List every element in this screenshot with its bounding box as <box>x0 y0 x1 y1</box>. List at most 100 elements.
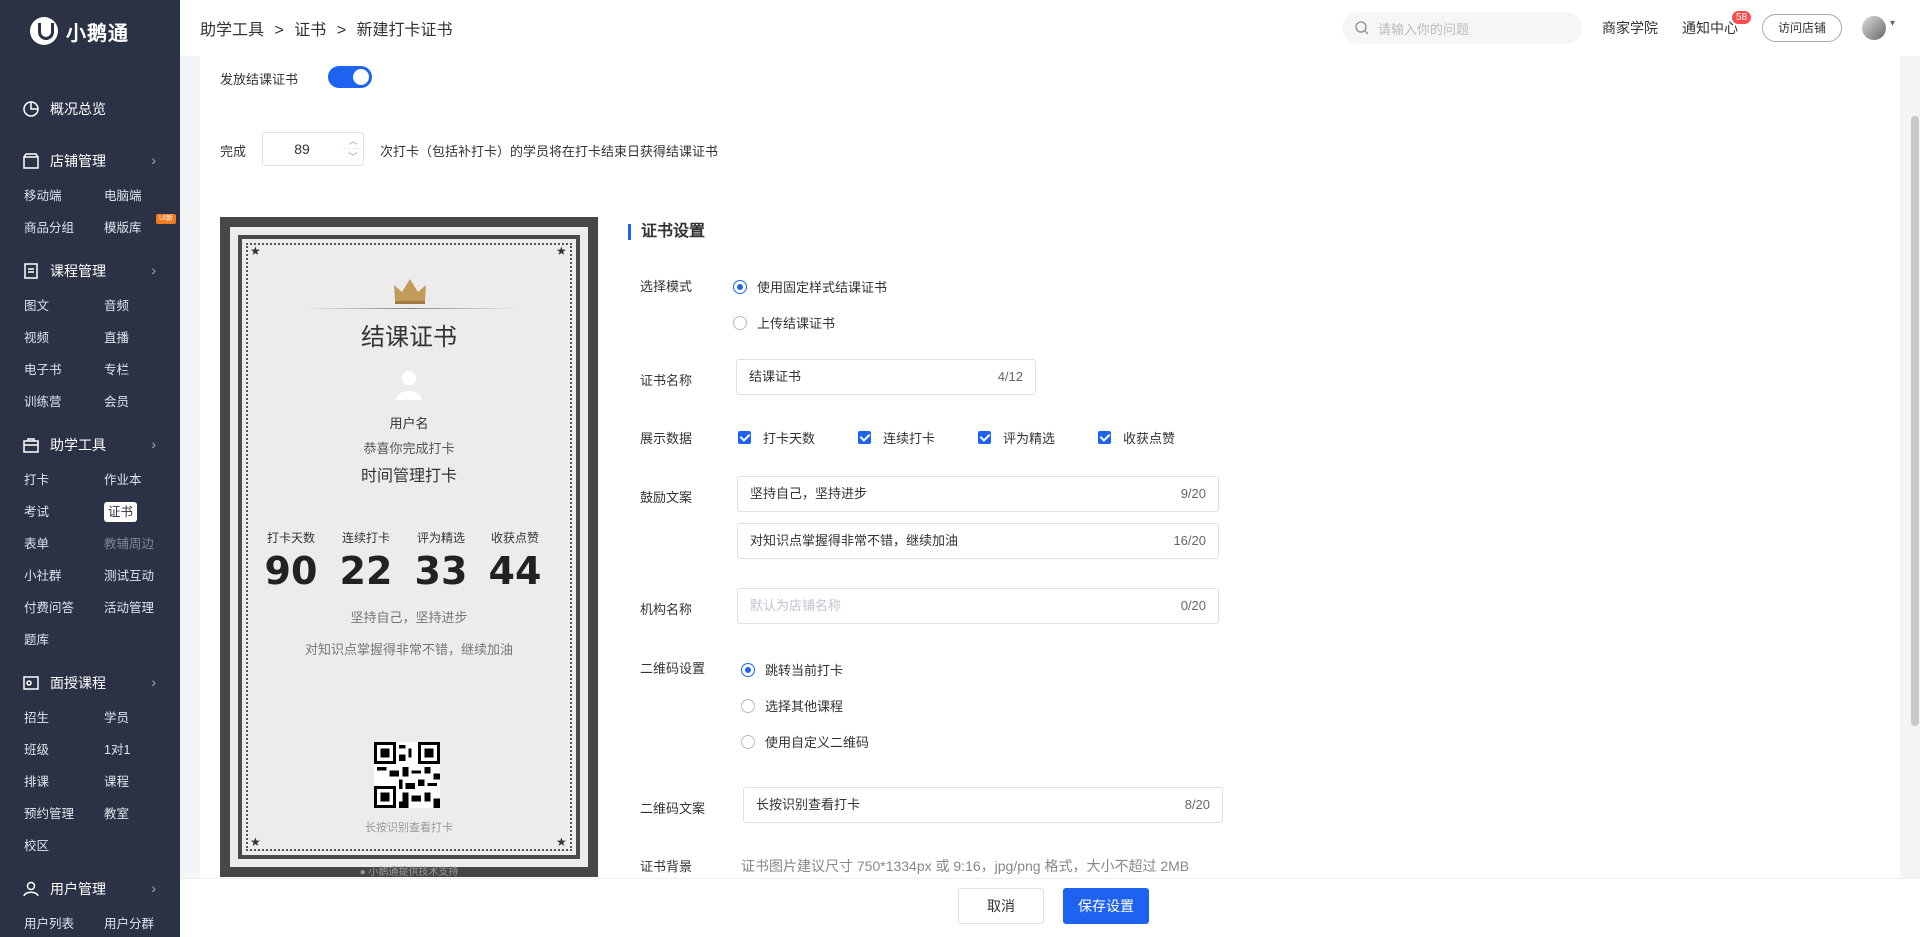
nav-activity[interactable]: 活动管理 <box>104 592 180 624</box>
checkbox-checked[interactable] <box>1098 431 1111 444</box>
nav-booking[interactable]: 预约管理 <box>24 798 104 830</box>
chevron-right-icon: › <box>151 674 156 690</box>
certificate-course: 时间管理打卡 <box>360 468 457 485</box>
nav-ebook[interactable]: 电子书 <box>24 354 104 386</box>
chevron-down-icon[interactable]: ▾ <box>1890 18 1895 29</box>
mode-fixed-radio[interactable]: 使用固定样式结课证书 <box>733 277 887 296</box>
checkin-count-stepper[interactable]: 89 ︿ ﹀ <box>262 132 364 166</box>
nav-column[interactable]: 专栏 <box>104 354 180 386</box>
nav-overview[interactable]: 概况总览 <box>0 90 180 128</box>
checkbox-featured[interactable]: 评为精选 <box>978 428 1055 447</box>
nav-quiz[interactable]: 测试互动 <box>104 560 180 592</box>
nav-course[interactable]: 课程管理 › <box>0 252 180 290</box>
title-divider <box>300 308 520 309</box>
nav-live[interactable]: 直播 <box>104 322 180 354</box>
encourage-input-2[interactable]: 对知识点掌握得非常不错，继续加油 16/20 <box>737 523 1219 559</box>
nav-user-segment[interactable]: 用户分群 <box>104 908 180 937</box>
checkbox-checked[interactable] <box>858 431 871 444</box>
char-count: 8/20 <box>1184 797 1210 812</box>
checkbox-checkin-days[interactable]: 打卡天数 <box>738 428 815 447</box>
sidebar: 小鹅通 概况总览 店铺管理 › 移动端 电脑端 商品分组 模版库 UI新 课程管理… <box>0 0 180 937</box>
radio-unchecked[interactable] <box>741 734 755 749</box>
chevron-up-icon[interactable]: ︿ <box>343 133 363 149</box>
nav-audio[interactable]: 音频 <box>104 290 180 322</box>
nav-video[interactable]: 视频 <box>24 322 104 354</box>
checkbox-label: 评为精选 <box>1003 431 1056 446</box>
chevron-right-icon: › <box>151 262 156 278</box>
nav-lessons[interactable]: 课程 <box>104 766 180 798</box>
radio-checked[interactable] <box>733 279 747 294</box>
qr-current-radio[interactable]: 跳转当前打卡 <box>741 660 843 679</box>
breadcrumb-tools[interactable]: 助学工具 <box>200 22 264 39</box>
scrollbar-thumb[interactable] <box>1911 116 1919 726</box>
nav-enroll[interactable]: 招生 <box>24 702 104 734</box>
nav-certificate[interactable]: 证书 <box>104 496 180 528</box>
search-icon <box>1355 21 1369 35</box>
checkin-count-value[interactable]: 89 <box>263 133 341 165</box>
certificate-footer: ● 小鹅通提供技术支持 <box>359 867 459 877</box>
qr-text-value: 长按识别查看打卡 <box>756 797 861 812</box>
nav-students[interactable]: 学员 <box>104 702 180 734</box>
scrollbar[interactable] <box>1910 56 1920 878</box>
mode-upload-radio[interactable]: 上传结课证书 <box>733 313 835 332</box>
certificate-name-input[interactable]: 结课证书 4/12 <box>736 359 1036 395</box>
radio-unchecked[interactable] <box>733 315 747 330</box>
checkbox-streak[interactable]: 连续打卡 <box>858 428 935 447</box>
radio-unchecked[interactable] <box>741 698 755 713</box>
qr-code <box>374 742 440 808</box>
nav-camp[interactable]: 训练营 <box>24 386 104 418</box>
nav-class[interactable]: 班级 <box>24 734 104 766</box>
nav-checkin[interactable]: 打卡 <box>24 464 104 496</box>
chevron-down-icon[interactable]: ﹀ <box>343 149 363 165</box>
nav-users[interactable]: 用户管理 › <box>0 870 180 908</box>
nav-community[interactable]: 小社群 <box>24 560 104 592</box>
logo[interactable]: 小鹅通 <box>0 0 180 62</box>
avatar[interactable] <box>1862 16 1886 40</box>
qr-text-input[interactable]: 长按识别查看打卡 8/20 <box>743 787 1223 823</box>
issue-certificate-toggle[interactable] <box>328 66 372 88</box>
checkbox-checked[interactable] <box>978 431 991 444</box>
nav-product-group[interactable]: 商品分组 <box>24 212 104 244</box>
nav-offline[interactable]: 面授课程 › <box>0 664 180 702</box>
checkbox-likes[interactable]: 收获点赞 <box>1098 428 1175 447</box>
nav-template[interactable]: 模版库 UI新 <box>104 212 180 244</box>
nav-tools[interactable]: 助学工具 › <box>0 426 180 464</box>
nav-classroom[interactable]: 教室 <box>104 798 180 830</box>
section-title: 证书设置 <box>628 224 705 240</box>
radio-checked[interactable] <box>741 662 755 677</box>
issue-certificate-label: 发放结课证书 <box>220 72 299 87</box>
encourage-value-1: 坚持自己，坚持进步 <box>750 486 868 501</box>
nav-form[interactable]: 表单 <box>24 528 104 560</box>
qr-custom-radio[interactable]: 使用自定义二维码 <box>741 732 869 751</box>
mode-upload-label: 上传结课证书 <box>757 316 836 331</box>
visit-shop-button[interactable]: 访问店铺 <box>1762 14 1842 42</box>
encourage-input-1[interactable]: 坚持自己，坚持进步 9/20 <box>737 476 1219 512</box>
nav-materials[interactable]: 教辅周边 <box>104 528 180 560</box>
academy-link[interactable]: 商家学院 <box>1602 18 1658 38</box>
search-input[interactable]: 请输入你的问题 <box>1342 12 1582 44</box>
notification-link[interactable]: 通知中心 <box>1682 18 1738 38</box>
nav-paid-qa[interactable]: 付费问答 <box>24 592 104 624</box>
cancel-button[interactable]: 取消 <box>958 888 1044 924</box>
nav-article[interactable]: 图文 <box>24 290 104 322</box>
org-name-input[interactable]: 默认为店铺名称 0/20 <box>737 588 1219 624</box>
certificate-congrats: 恭喜你完成打卡 <box>363 441 455 456</box>
nav-campus[interactable]: 校区 <box>24 830 104 862</box>
breadcrumb-certificate[interactable]: 证书 <box>294 22 326 39</box>
save-button[interactable]: 保存设置 <box>1063 888 1149 924</box>
star-icon: ★ <box>556 244 567 258</box>
nav-pc[interactable]: 电脑端 <box>104 180 180 212</box>
nav-homework[interactable]: 作业本 <box>104 464 180 496</box>
nav-mobile[interactable]: 移动端 <box>24 180 104 212</box>
checkbox-checked[interactable] <box>738 431 751 444</box>
nav-schedule[interactable]: 排课 <box>24 766 104 798</box>
nav-one-on-one[interactable]: 1对1 <box>104 734 180 766</box>
search-placeholder: 请输入你的问题 <box>1378 21 1470 37</box>
nav-question-bank[interactable]: 题库 <box>24 624 104 656</box>
qr-other-radio[interactable]: 选择其他课程 <box>741 696 843 715</box>
nav-shop[interactable]: 店铺管理 › <box>0 142 180 180</box>
qr-option-label: 使用自定义二维码 <box>765 735 870 750</box>
nav-member[interactable]: 会员 <box>104 386 180 418</box>
nav-exam[interactable]: 考试 <box>24 496 104 528</box>
nav-user-list[interactable]: 用户列表 <box>24 908 104 937</box>
